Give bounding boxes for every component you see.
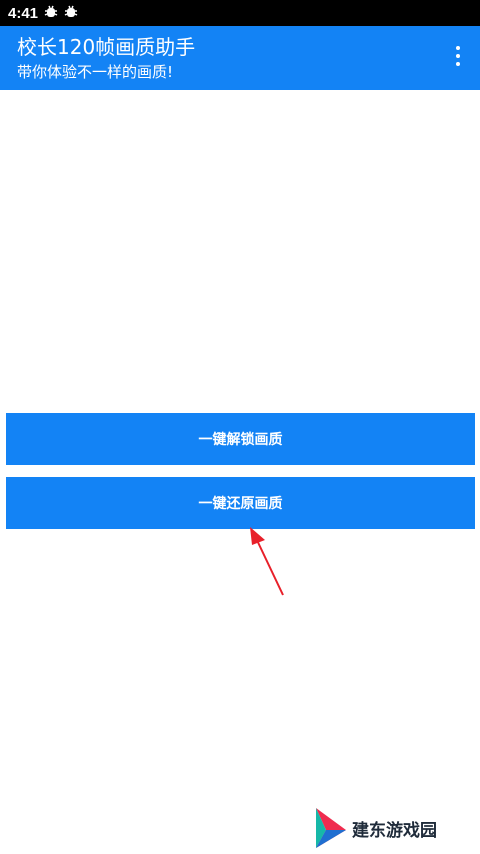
bug-icon — [44, 5, 58, 22]
bug-icon — [64, 5, 78, 22]
menu-dot — [456, 62, 460, 66]
watermark: 建东游戏园 — [312, 802, 472, 854]
watermark-text: 建东游戏园 — [352, 820, 437, 841]
menu-dot — [456, 46, 460, 50]
more-vertical-icon[interactable] — [450, 44, 466, 68]
app-title: 校长120帧画质助手 — [17, 35, 196, 59]
status-bar: 4:41 — [0, 0, 480, 26]
unlock-quality-button[interactable]: 一键解锁画质 — [6, 413, 475, 465]
app-bar: 校长120帧画质助手 带你体验不一样的画质! — [0, 26, 480, 90]
menu-dot — [456, 54, 460, 58]
annotation-arrow-icon — [250, 527, 284, 596]
app-subtitle: 带你体验不一样的画质! — [17, 63, 174, 81]
status-time: 4:41 — [8, 4, 39, 22]
logo-icon — [316, 808, 346, 848]
